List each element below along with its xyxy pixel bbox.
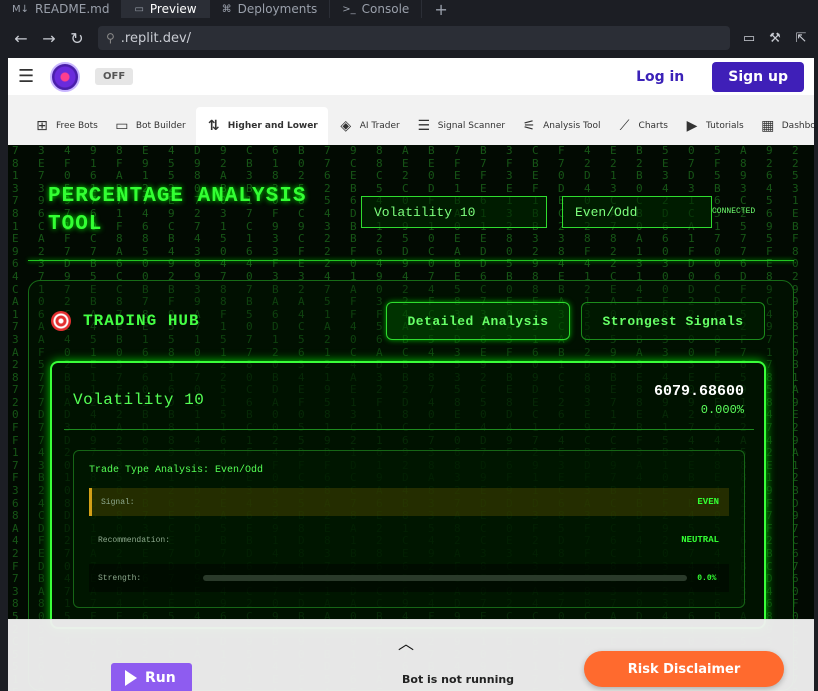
tab-console[interactable]: >_ Console xyxy=(330,0,423,18)
app-window: M↓ README.md ▭ Preview ⌘ Deployments >_ … xyxy=(0,0,818,691)
tab-label: Console xyxy=(361,2,410,16)
tab-label: README.md xyxy=(35,2,110,16)
link-icon: ⚲ xyxy=(106,31,115,45)
strength-value: 0.0% xyxy=(697,573,717,583)
url-bar[interactable]: ⚲ .replit.dev/ xyxy=(98,26,730,50)
ide-tab-bar: M↓ README.md ▭ Preview ⌘ Deployments >_ … xyxy=(0,0,818,19)
ai-trader-icon: ◈ xyxy=(340,118,352,134)
nav-item-tutorials[interactable]: ▶ Tutorials xyxy=(678,107,750,145)
matrix-background: 7813781E964CA173A28720FF17F368A42F73852C… xyxy=(8,145,814,691)
signal-scanner-icon: ☰ xyxy=(417,118,431,134)
higher-lower-icon: ⇅ xyxy=(207,118,220,134)
page-title: PERCENTAGE ANALYSIS TOOL xyxy=(48,185,307,236)
bottom-bar: ︿ Run Bot is not running Risk Disclaimer xyxy=(8,619,814,691)
strength-label: Strength: xyxy=(98,573,142,583)
dashboard-icon: ▦ xyxy=(761,118,775,134)
tab-preview[interactable]: ▭ Preview xyxy=(122,0,210,18)
card-divider xyxy=(64,429,754,430)
signup-button[interactable]: Sign up xyxy=(712,61,804,92)
nav-item-charts[interactable]: ⟋ Charts xyxy=(611,107,674,145)
nav-item-analysis-tool[interactable]: ⚟ Analysis Tool xyxy=(515,107,606,145)
deployments-icon: ⌘ xyxy=(221,3,232,15)
play-icon xyxy=(125,670,137,686)
run-button[interactable]: Run xyxy=(111,663,192,691)
reload-icon[interactable]: ↻ xyxy=(64,25,90,51)
chevron-up-icon[interactable]: ︿ xyxy=(398,630,414,654)
strongest-signals-button[interactable]: Strongest Signals xyxy=(581,302,765,340)
nav-item-label: Tutorials xyxy=(705,121,744,131)
hub-header: TRADING HUB xyxy=(51,311,200,331)
devtools-icon[interactable]: ⚒ xyxy=(766,29,784,47)
nav-item-label: Higher and Lower xyxy=(227,121,318,131)
preview-icon: ▭ xyxy=(134,3,144,15)
main-nav: ⊞ Free Bots ▭ Bot Builder ⇅ Higher and Lower ◈… xyxy=(8,95,814,145)
site-logo[interactable] xyxy=(50,61,80,92)
nav-item-label: Free Bots xyxy=(56,121,98,131)
market-price: 6079.68600 xyxy=(653,383,744,400)
nav-item-bot-builder[interactable]: ▭ Bot Builder xyxy=(108,107,192,145)
preview-viewport: ☰ OFF Log in Sign up ⊞ Free Bots ▭ Bot Buil… xyxy=(8,58,814,691)
target-icon xyxy=(51,311,71,331)
forward-icon[interactable]: → xyxy=(36,25,62,51)
signal-row: Signal: EVEN xyxy=(89,488,729,516)
bot-status: Bot is not running xyxy=(402,673,515,686)
run-label: Run xyxy=(145,670,176,686)
open-external-icon[interactable]: ⇱ xyxy=(792,29,810,47)
analysis-title: Trade Type Analysis: Even/Odd xyxy=(89,465,264,476)
bot-builder-icon: ▭ xyxy=(115,118,129,134)
divider xyxy=(28,260,794,261)
nav-item-higher-and-lower[interactable]: ⇅ Higher and Lower xyxy=(195,107,328,145)
nav-item-label: Charts xyxy=(638,121,668,131)
add-tab-button[interactable]: + xyxy=(422,0,459,19)
charts-icon: ⟋ xyxy=(619,118,630,134)
nav-item-signal-scanner[interactable]: ☰ Signal Scanner xyxy=(410,107,511,145)
analysis-tool-icon: ⚟ xyxy=(522,118,536,134)
hub-title: TRADING HUB xyxy=(83,312,200,330)
signal-value: EVEN xyxy=(697,497,719,507)
theme-toggle[interactable]: OFF xyxy=(95,68,134,85)
trade-type-analysis: Trade Type Analysis: Even/Odd Signal: EV… xyxy=(73,450,745,608)
detailed-analysis-button[interactable]: Detailed Analysis xyxy=(386,302,570,340)
browser-toolbar: ← → ↻ ⚲ .replit.dev/ ▭ ⚒ ⇱ xyxy=(0,18,818,58)
strength-bar xyxy=(203,575,688,581)
tab-deployments[interactable]: ⌘ Deployments xyxy=(210,0,331,18)
back-icon[interactable]: ← xyxy=(8,25,34,51)
nav-item-dashboard[interactable]: ▦ Dashboard xyxy=(754,107,814,145)
devices-icon[interactable]: ▭ xyxy=(740,29,758,47)
strength-row: Strength: 0.0% xyxy=(89,564,729,592)
market-select[interactable]: Volatility 10 xyxy=(361,196,547,228)
market-change: 0.000% xyxy=(700,403,744,417)
menu-icon[interactable]: ☰ xyxy=(18,66,34,87)
nav-item-label: Bot Builder xyxy=(135,121,186,131)
nav-item-label: AI Trader xyxy=(359,121,400,131)
nav-item-label: Dashboard xyxy=(781,121,814,131)
signal-label: Signal: xyxy=(101,497,135,507)
tab-label: Preview xyxy=(149,2,197,16)
console-icon: >_ xyxy=(342,3,356,15)
recommendation-label: Recommendation: xyxy=(98,535,171,545)
recommendation-row: Recommendation: NEUTRAL xyxy=(89,526,729,554)
nav-item-ai-trader[interactable]: ◈ AI Trader xyxy=(332,107,406,145)
tab-label: Deployments xyxy=(237,2,318,16)
trade-type-select[interactable]: Even/Odd xyxy=(562,196,712,228)
tab-readme[interactable]: M↓ README.md xyxy=(0,0,123,18)
nav-item-free-bots[interactable]: ⊞ Free Bots xyxy=(28,107,104,145)
nav-item-label: Analysis Tool xyxy=(543,121,601,131)
recommendation-value: NEUTRAL xyxy=(681,535,719,545)
connection-status: CONNECTED xyxy=(712,207,756,216)
login-link[interactable]: Log in xyxy=(636,69,684,85)
market-card: Volatility 10 6079.68600 0.000% Trade Ty… xyxy=(50,361,766,629)
market-name: Volatility 10 xyxy=(73,391,205,409)
site-header: ☰ OFF Log in Sign up xyxy=(8,58,814,95)
risk-disclaimer-button[interactable]: Risk Disclaimer xyxy=(584,651,784,687)
free-bots-icon: ⊞ xyxy=(36,118,48,134)
markdown-icon: M↓ xyxy=(12,3,30,15)
nav-item-label: Signal Scanner xyxy=(437,121,506,131)
tutorials-icon: ▶ xyxy=(686,118,698,134)
rain-column: 7813781E964CA173A28720FF17F368A42F73852C… xyxy=(12,145,19,691)
url-text: .replit.dev/ xyxy=(120,30,192,46)
